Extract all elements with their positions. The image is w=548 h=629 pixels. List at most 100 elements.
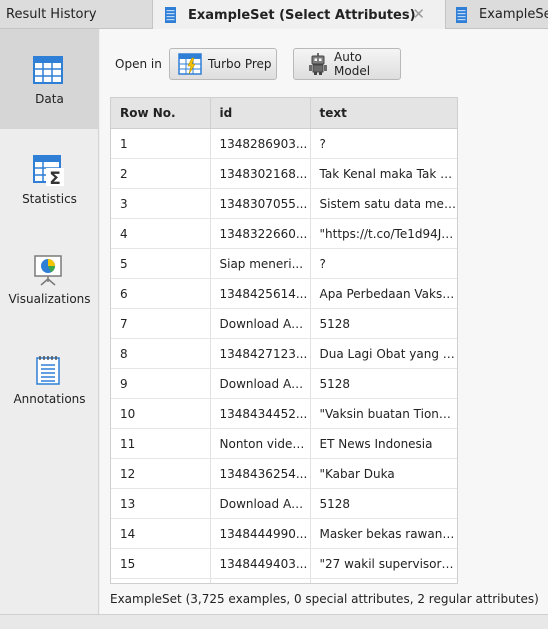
cell-row-no: 11: [111, 428, 211, 459]
sidebar-item-label: Annotations: [13, 392, 86, 406]
turbo-prep-icon: [178, 53, 202, 75]
cell-id: 1348434452...: [210, 398, 311, 429]
table-row[interactable]: 2 1348302168... Tak Kenal maka Tak K...: [111, 158, 457, 189]
view-sidebar: Data Σ Statistics Visualizations Annotat…: [0, 29, 99, 614]
table-row[interactable]: 11 Nonton video ... ET News Indonesia: [111, 428, 457, 459]
table-row[interactable]: 7 Download Ap... 5128: [111, 308, 457, 339]
cell-row-no: 14: [111, 518, 211, 549]
table-row[interactable]: 13 Download Ap... 5128: [111, 488, 457, 519]
cell-row-no: 15: [111, 548, 211, 579]
cell-id: 1348286903...: [210, 128, 311, 159]
cell-row-no: 4: [111, 218, 211, 249]
chart-board-icon: [34, 255, 62, 286]
cell-row-no: 12: [111, 458, 211, 489]
cell-text: 5128: [310, 488, 457, 519]
table-row[interactable]: 1 1348286903...?: [111, 128, 457, 159]
column-header-text[interactable]: text: [310, 98, 457, 129]
auto-model-button[interactable]: Auto Model: [293, 48, 401, 80]
cell-text: Tak Kenal maka Tak K...: [310, 158, 457, 189]
table-row[interactable]: 5 Siap meneri...?: [111, 248, 457, 279]
table-row[interactable]: 3 1348307055... Sistem satu data men...: [111, 188, 457, 219]
cell-row-no: 1: [111, 128, 211, 159]
cell-text: "https://t.co/Te1d94JH...: [310, 218, 457, 249]
data-view: Open in Turbo Prep Auto Model Row No. id…: [100, 29, 548, 614]
sidebar-item-annotations[interactable]: Annotations: [0, 329, 99, 429]
cell-text: "27 wakil supervisor k...: [310, 548, 457, 579]
tab-result-history[interactable]: Result History: [0, 0, 152, 29]
cell-text: 5128: [310, 368, 457, 399]
cell-text: Masker bekas rawan t...: [310, 518, 457, 549]
cell-id: Download Ap...: [210, 488, 311, 519]
cell-row-no: 6: [111, 278, 211, 309]
cell-text: Apa Perbedaan Vaksi...: [310, 278, 457, 309]
cell-row-no: 9: [111, 368, 211, 399]
cell-row-no: 8: [111, 338, 211, 369]
cell-id: Download Ap...: [210, 368, 311, 399]
cell-text: "Kabar Duka: [310, 458, 457, 489]
sidebar-item-label: Visualizations: [8, 292, 91, 306]
cell-id: 1348302168...: [210, 158, 311, 189]
table-row[interactable]: 15 1348449403... "27 wakil supervisor k...: [111, 548, 457, 579]
table-row[interactable]: 4 1348322660... "https://t.co/Te1d94JH...: [111, 218, 457, 249]
table-row[interactable]: 12 1348436254... "Kabar Duka: [111, 458, 457, 489]
sidebar-item-label: Data: [35, 92, 64, 106]
cell-text: ?: [310, 128, 457, 159]
sidebar-item-data[interactable]: Data: [0, 29, 99, 129]
close-icon[interactable]: ✕: [412, 5, 425, 23]
cell-id: Nonton video ...: [210, 428, 311, 459]
cell-text: Dua Lagi Obat yang D...: [310, 338, 457, 369]
cell-row-no: 2: [111, 158, 211, 189]
cell-text: ?: [310, 248, 457, 279]
table-row[interactable]: 8 1348427123... Dua Lagi Obat yang D...: [111, 338, 457, 369]
exampleset-icon: [165, 7, 176, 23]
svg-text:Σ: Σ: [49, 169, 61, 186]
exampleset-icon: [456, 6, 467, 23]
table-header-row: Row No. id text: [111, 98, 457, 129]
data-table[interactable]: Row No. id text 1 1348286903...? 2 1348302…: [110, 97, 458, 584]
cell-id: Siap meneri...: [210, 248, 311, 279]
column-header-row-no[interactable]: Row No.: [111, 98, 211, 129]
table-row[interactable]: 14 1348444990... Masker bekas rawan t...: [111, 518, 457, 549]
open-in-label: Open in: [115, 57, 162, 71]
cell-text: Sistem satu data men...: [310, 188, 457, 219]
table-row[interactable]: 10 1348434452... "Vaksin buatan Tiongk...: [111, 398, 457, 429]
cell-id: 1348449403...: [210, 548, 311, 579]
turbo-prep-button[interactable]: Turbo Prep: [169, 48, 277, 80]
auto-model-label: Auto Model: [334, 50, 371, 78]
tab-bar: Result History ExampleSet (Select Attrib…: [0, 0, 548, 30]
cell-id: 1348425614...: [210, 278, 311, 309]
cell-text: "Vaksin buatan Tiongk...: [310, 398, 457, 429]
table-row[interactable]: 6 1348425614... Apa Perbedaan Vaksi...: [111, 278, 457, 309]
sidebar-item-visualizations[interactable]: Visualizations: [0, 229, 99, 329]
tab-label: ExampleSe: [479, 7, 548, 22]
turbo-prep-label: Turbo Prep: [208, 57, 272, 71]
column-header-id[interactable]: id: [210, 98, 311, 129]
robot-icon: [309, 53, 327, 75]
cell-row-no: 5: [111, 248, 211, 279]
cell-id: 1348307055...: [210, 188, 311, 219]
cell-id: Download Ap...: [210, 308, 311, 339]
cell-row-no: 7: [111, 308, 211, 339]
table-icon: [33, 56, 63, 84]
notepad-icon: [36, 356, 60, 385]
tab-label: Result History: [6, 7, 97, 22]
tab-exampleset-select-attributes[interactable]: ExampleSet (Select Attributes) ✕: [152, 0, 446, 30]
sigma-table-icon: Σ: [33, 155, 64, 186]
tab-exampleset[interactable]: ExampleSe: [446, 0, 548, 29]
table-row[interactable]: 9 Download Ap... 5128: [111, 368, 457, 399]
bottom-divider: [0, 614, 548, 629]
status-text: ExampleSet (3,725 examples, 0 special at…: [110, 592, 539, 606]
cell-id: 1348427123...: [210, 338, 311, 369]
cell-id: 1348436254...: [210, 458, 311, 489]
sidebar-item-statistics[interactable]: Σ Statistics: [0, 129, 99, 229]
tab-label: ExampleSet (Select Attributes): [188, 7, 416, 23]
cell-text: ET News Indonesia: [310, 428, 457, 459]
cell-row-no: 10: [111, 398, 211, 429]
cell-row-no: 13: [111, 488, 211, 519]
cell-row-no: 3: [111, 188, 211, 219]
table-row[interactable]: [111, 578, 457, 583]
cell-text: 5128: [310, 308, 457, 339]
cell-id: 1348444990...: [210, 518, 311, 549]
cell-id: 1348322660...: [210, 218, 311, 249]
sidebar-item-label: Statistics: [22, 192, 77, 206]
